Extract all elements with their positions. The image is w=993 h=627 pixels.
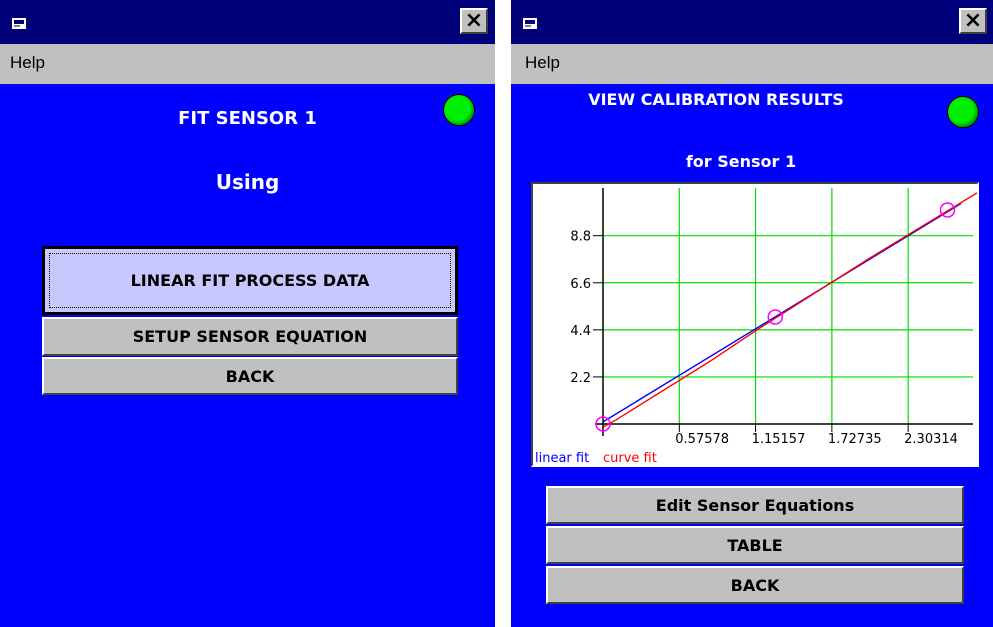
close-button[interactable]: × [460,8,488,34]
linear-fit-process-data-button[interactable]: LINEAR FIT PROCESS DATA [42,246,458,315]
table-label: TABLE [727,535,783,555]
x-tick-label: 2.30314 [904,432,958,447]
x-tick-label: 0.57578 [675,432,729,447]
back-button[interactable]: BACK [42,357,458,395]
legend-linear-fit: linear fit [535,451,589,465]
title-bar: × [511,0,993,44]
page-subtitle: Using [215,170,280,194]
page-title: FIT SENSOR 1 [178,108,317,129]
menu-bar: Help [0,44,495,84]
y-tick-label: 2.2 [570,371,591,386]
edit-equations-label: Edit Sensor Equations [655,495,855,515]
app-icon [523,18,537,29]
y-tick-label: 4.4 [570,324,591,339]
back-label: BACK [730,575,780,595]
status-indicator-icon [947,96,979,128]
window-gap [495,0,511,627]
status-indicator-icon [443,94,475,126]
linear-fit-label: LINEAR FIT PROCESS DATA [130,271,370,290]
fit-sensor-window: × Help FIT SENSOR 1 Using LINEAR FIT PRO… [0,0,495,627]
page-subtitle: for Sensor 1 [685,152,797,171]
close-button[interactable]: × [959,8,987,34]
table-button[interactable]: TABLE [546,526,964,564]
setup-sensor-equation-button[interactable]: SETUP SENSOR EQUATION [42,317,458,356]
y-tick-label: 8.8 [570,230,591,245]
calibration-chart: 0.57578 1.15157 1.72735 2.30314 2.2 4.4 6.6 8.8… [531,182,979,467]
series-line-curve-fit [602,192,977,428]
page-title: VIEW CALIBRATION RESULTS [588,90,844,109]
title-bar: × [0,0,495,44]
x-tick-label: 1.72735 [828,432,882,447]
x-tick-label: 1.15157 [752,432,806,447]
back-button[interactable]: BACK [546,566,964,604]
menu-bar: Help [511,44,993,84]
legend-curve-fit: curve fit [603,451,657,465]
calibration-point [939,202,956,218]
series-line-linear-fit [602,203,962,423]
y-tick-label: 6.6 [570,277,591,292]
app-icon [12,18,26,29]
setup-equation-label: SETUP SENSOR EQUATION [132,327,368,346]
calibration-results-window: × Help VIEW CALIBRATION RESULTS for Sens… [511,0,993,627]
edit-sensor-equations-button[interactable]: Edit Sensor Equations [546,486,964,524]
back-label: BACK [225,366,275,386]
menu-help[interactable]: Help [10,53,45,73]
menu-help[interactable]: Help [525,53,560,73]
chart-svg: 0.57578 1.15157 1.72735 2.30314 2.2 4.4 6.6 8.8… [535,188,977,465]
